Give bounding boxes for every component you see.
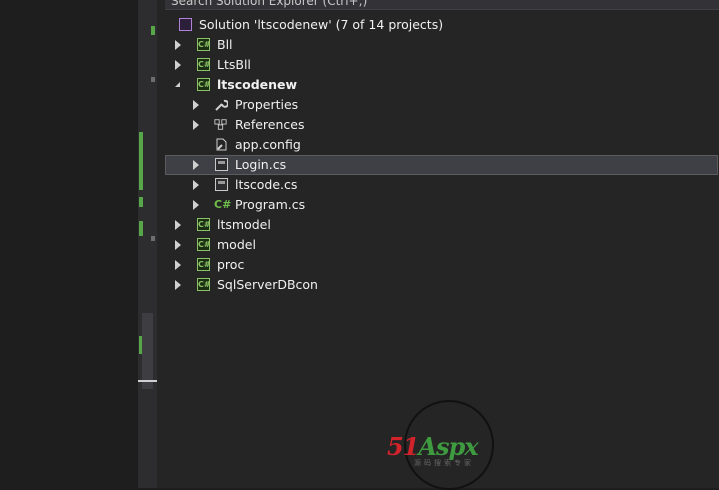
solution-icon bbox=[179, 18, 192, 31]
csharp-project-icon: C# bbox=[197, 258, 211, 271]
scrollbar-thumb[interactable] bbox=[142, 313, 153, 389]
collapse-arrow-icon[interactable] bbox=[175, 82, 180, 87]
caret-position-marker bbox=[138, 380, 157, 382]
tree-item-label: References bbox=[235, 117, 305, 132]
tree-item-properties[interactable]: Properties bbox=[165, 95, 718, 115]
expand-arrow-icon[interactable] bbox=[175, 60, 181, 70]
change-marker bbox=[139, 132, 143, 190]
tree-item-sqlserverdbcon[interactable]: C# SqlServerDBcon bbox=[165, 275, 718, 295]
tree-item-label: LtsBll bbox=[217, 57, 251, 72]
expand-arrow-icon[interactable] bbox=[175, 280, 181, 290]
csharp-project-icon: C# bbox=[197, 278, 211, 291]
form-file-icon bbox=[215, 158, 228, 171]
expand-arrow-icon[interactable] bbox=[193, 100, 199, 110]
tree-item-label: SqlServerDBcon bbox=[217, 277, 318, 292]
change-marker bbox=[151, 77, 155, 82]
tree-item-label: app.config bbox=[235, 137, 301, 152]
references-icon bbox=[214, 119, 227, 130]
csharp-file-icon: C# bbox=[214, 198, 232, 211]
expand-arrow-icon[interactable] bbox=[175, 240, 181, 250]
tree-item-label: ltsmodel bbox=[217, 217, 271, 232]
change-marker bbox=[139, 197, 143, 207]
tree-item-ltsmodel[interactable]: C# ltsmodel bbox=[165, 215, 718, 235]
expand-arrow-icon[interactable] bbox=[175, 40, 181, 50]
tree-item-ltsbll[interactable]: C# LtsBll bbox=[165, 55, 718, 75]
expand-arrow-icon[interactable] bbox=[193, 200, 199, 210]
expand-arrow-icon[interactable] bbox=[193, 120, 199, 130]
tree-item-ltscode-cs[interactable]: ltscode.cs bbox=[165, 175, 718, 195]
tree-item-label: Program.cs bbox=[235, 197, 306, 212]
tree-item-model[interactable]: C# model bbox=[165, 235, 718, 255]
csharp-project-icon: C# bbox=[197, 238, 211, 251]
config-file-icon bbox=[216, 138, 227, 151]
change-marker bbox=[151, 236, 155, 241]
tree-item-label: ltscodenew bbox=[217, 77, 298, 92]
tree-item-label: ltscode.cs bbox=[235, 177, 298, 192]
change-marker bbox=[139, 221, 143, 236]
expand-arrow-icon[interactable] bbox=[175, 220, 181, 230]
csharp-project-icon: C# bbox=[197, 218, 211, 231]
csharp-project-icon: C# bbox=[197, 78, 211, 91]
tree-item-ltscodenew[interactable]: C# ltscodenew bbox=[165, 75, 718, 95]
editor-area bbox=[0, 0, 138, 488]
search-input[interactable]: Search Solution Explorer (Ctrl+;) bbox=[165, 0, 719, 10]
tree-item-label: model bbox=[217, 237, 256, 252]
solution-node[interactable]: Solution 'ltscodenew' (7 of 14 projects) bbox=[165, 15, 718, 35]
tree-item-app-config[interactable]: app.config bbox=[165, 135, 718, 155]
tree-item-label: Properties bbox=[235, 97, 299, 112]
watermark-brand: Aspx bbox=[418, 432, 478, 461]
editor-scrollbar[interactable] bbox=[138, 0, 157, 488]
tree-item-references[interactable]: References bbox=[165, 115, 718, 135]
pane-splitter[interactable] bbox=[157, 0, 165, 488]
watermark-number: 51 bbox=[387, 432, 419, 461]
tree-item-label: Bll bbox=[217, 37, 233, 52]
solution-label: Solution 'ltscodenew' (7 of 14 projects) bbox=[199, 17, 444, 32]
expand-arrow-icon[interactable] bbox=[175, 260, 181, 270]
watermark-subtitle: 源码搜索专家 bbox=[414, 459, 474, 467]
tree-item-bll[interactable]: C# Bll bbox=[165, 35, 718, 55]
change-marker bbox=[151, 26, 155, 35]
tree-item-label: Login.cs bbox=[235, 157, 287, 172]
csharp-project-icon: C# bbox=[197, 38, 211, 51]
expand-arrow-icon[interactable] bbox=[193, 180, 199, 190]
tree-item-proc[interactable]: C# proc bbox=[165, 255, 718, 275]
tree-item-login-cs[interactable]: Login.cs bbox=[165, 155, 718, 175]
tree-item-label: proc bbox=[217, 257, 245, 272]
form-file-icon bbox=[215, 178, 228, 191]
expand-arrow-icon[interactable] bbox=[193, 160, 199, 170]
csharp-project-icon: C# bbox=[197, 58, 211, 71]
watermark-logo: 51Aspx bbox=[387, 432, 479, 461]
wrench-icon bbox=[215, 99, 228, 111]
tree-item-program-cs[interactable]: C# Program.cs bbox=[165, 195, 718, 215]
